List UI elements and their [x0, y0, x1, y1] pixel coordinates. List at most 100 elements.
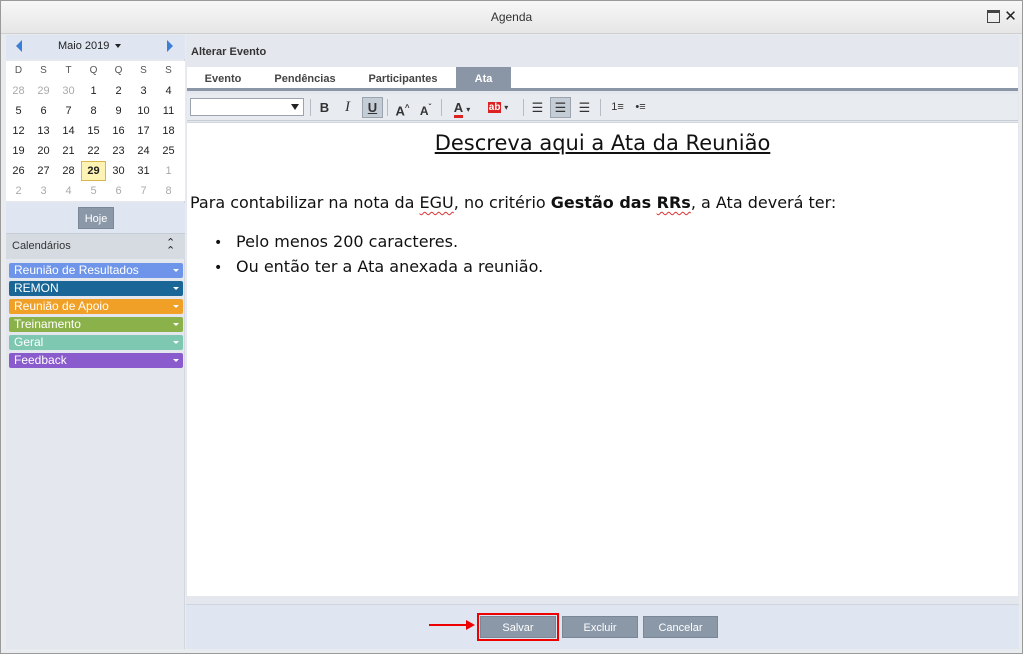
font-select[interactable] [190, 98, 304, 116]
calendar-day[interactable]: 25 [156, 141, 181, 161]
ata-editor[interactable]: Descreva aqui a Ata da Reunião Para cont… [187, 122, 1018, 596]
calendar-day[interactable]: 2 [106, 81, 131, 101]
month-picker[interactable]: Maio 2019 [58, 40, 122, 52]
calendar-day[interactable]: 3 [131, 81, 156, 101]
calendar-item-label: REMON [14, 281, 59, 295]
chevron-down-icon[interactable] [173, 341, 179, 344]
calendar-day[interactable]: 27 [31, 161, 56, 181]
calendar-day[interactable]: 23 [106, 141, 131, 161]
calendar-day[interactable]: 3 [31, 181, 56, 201]
calendar-day[interactable]: 31 [131, 161, 156, 181]
calendar-day[interactable]: 14 [56, 121, 81, 141]
calendar-item[interactable]: Treinamento [9, 317, 183, 332]
calendar-day[interactable]: 19 [6, 141, 31, 161]
delete-button[interactable]: Excluir [562, 616, 638, 638]
chevron-down-icon[interactable] [173, 323, 179, 326]
calendar-item[interactable]: Reunião de Apoio [9, 299, 183, 314]
calendar-day[interactable]: 21 [56, 141, 81, 161]
calendar-day[interactable]: 7 [131, 181, 156, 201]
calendar-day[interactable]: 30 [56, 81, 81, 101]
tab-participantes[interactable]: Participantes [357, 67, 449, 91]
align-center-icon[interactable]: ☰ [550, 97, 571, 118]
weekday-label: D [14, 65, 23, 76]
calendar-day[interactable]: 8 [156, 181, 181, 201]
ordered-list-icon[interactable]: 1≡ [607, 97, 628, 118]
calendar-day[interactable]: 2 [6, 181, 31, 201]
chevron-down-icon[interactable] [173, 287, 179, 290]
toolbar-divider [523, 99, 524, 116]
agenda-window: Agenda ✕ Maio 2019 D S T Q Q S S 28 29 30 1 2 3 4 5 6 7 8… [0, 0, 1023, 654]
underline-icon[interactable]: U [362, 97, 383, 118]
chevron-down-icon[interactable] [173, 359, 179, 362]
calendar-day[interactable]: 8 [81, 101, 106, 121]
calendar-day[interactable]: 5 [81, 181, 106, 201]
align-left-icon[interactable]: ☰ [527, 97, 548, 118]
calendar-day[interactable]: 22 [81, 141, 106, 161]
calendar-day[interactable]: 1 [81, 81, 106, 101]
panel-title: Alterar Evento [191, 46, 267, 58]
calendar-item[interactable]: Feedback [9, 353, 183, 368]
bold-icon[interactable]: B [314, 97, 335, 118]
document-paragraph: Para contabilizar na nota da EGU, no cri… [190, 193, 836, 212]
font-color-icon[interactable]: A ▾ [447, 97, 477, 118]
list-item: Ou então ter a Ata anexada a reunião. [214, 254, 543, 279]
week-row: 12 13 14 15 16 17 18 [6, 121, 185, 141]
calendar-day[interactable]: 18 [156, 121, 181, 141]
close-icon[interactable]: ✕ [1004, 9, 1017, 24]
week-row: 5 6 7 8 9 10 11 [6, 101, 185, 121]
calendar-item[interactable]: REMON [9, 281, 183, 296]
calendar-item[interactable]: Geral [9, 335, 183, 350]
calendar-day[interactable]: 12 [6, 121, 31, 141]
unordered-list-icon[interactable]: •≡ [630, 97, 651, 118]
save-button[interactable]: Salvar [477, 613, 559, 641]
calendar-list: Reunião de Resultados REMON Reunião de Apo… [9, 263, 183, 371]
calendar-day[interactable]: 5 [6, 101, 31, 121]
chevron-down-icon[interactable] [173, 305, 179, 308]
para-text: Para contabilizar na nota da [190, 193, 420, 212]
tab-pendencias[interactable]: Pendências [267, 67, 343, 91]
calendar-day[interactable]: 4 [156, 81, 181, 101]
para-text: , no critério [453, 193, 551, 212]
calendar-day[interactable]: 30 [106, 161, 131, 181]
calendar-day[interactable]: 13 [31, 121, 56, 141]
next-month-icon[interactable] [167, 40, 173, 52]
calendar-day[interactable]: 29 [31, 81, 56, 101]
cancel-button[interactable]: Cancelar [643, 616, 718, 638]
calendar-day[interactable]: 28 [56, 161, 81, 181]
calendar-day[interactable]: 6 [106, 181, 131, 201]
calendar-day[interactable]: 15 [81, 121, 106, 141]
calendar-day[interactable]: 10 [131, 101, 156, 121]
calendar-day[interactable]: 11 [156, 101, 181, 121]
calendar-day[interactable]: 17 [131, 121, 156, 141]
calendar-item-label: Reunião de Resultados [14, 263, 139, 277]
calendar-day[interactable]: 16 [106, 121, 131, 141]
calendar-day[interactable]: 28 [6, 81, 31, 101]
today-button[interactable]: Hoje [78, 207, 114, 229]
calendar-day[interactable]: 6 [31, 101, 56, 121]
calendar-day[interactable]: 24 [131, 141, 156, 161]
highlight-icon[interactable]: ab ▾ [483, 97, 513, 118]
font-shrink-icon[interactable]: Aˇ [415, 97, 436, 118]
action-footer: Salvar Excluir Cancelar [186, 604, 1019, 649]
calendar-day[interactable]: 26 [6, 161, 31, 181]
chevron-down-icon[interactable] [173, 269, 179, 272]
tab-ata[interactable]: Ata [456, 67, 511, 91]
calendar-day[interactable]: 7 [56, 101, 81, 121]
prev-month-icon[interactable] [16, 40, 22, 52]
collapse-icon[interactable]: ⌃ ⌃ [166, 238, 175, 257]
tab-evento[interactable]: Evento [191, 67, 255, 91]
calendar-day[interactable]: 1 [156, 161, 181, 181]
italic-icon[interactable]: I [337, 97, 358, 118]
calendar-day[interactable]: 20 [31, 141, 56, 161]
week-row: 2345678 [6, 181, 185, 201]
calendar-day-today[interactable]: 29 [81, 161, 106, 181]
maximize-icon[interactable] [987, 10, 1000, 23]
font-grow-icon[interactable]: A^ [392, 97, 413, 118]
week-row: 28 29 30 1 2 3 4 [6, 81, 185, 101]
calendar-day[interactable]: 9 [106, 101, 131, 121]
align-right-icon[interactable]: ☰ [574, 97, 595, 118]
toolbar-divider [310, 99, 311, 116]
calendar-day[interactable]: 4 [56, 181, 81, 201]
calendar-item[interactable]: Reunião de Resultados [9, 263, 183, 278]
calendar-item-label: Reunião de Apoio [14, 299, 109, 313]
